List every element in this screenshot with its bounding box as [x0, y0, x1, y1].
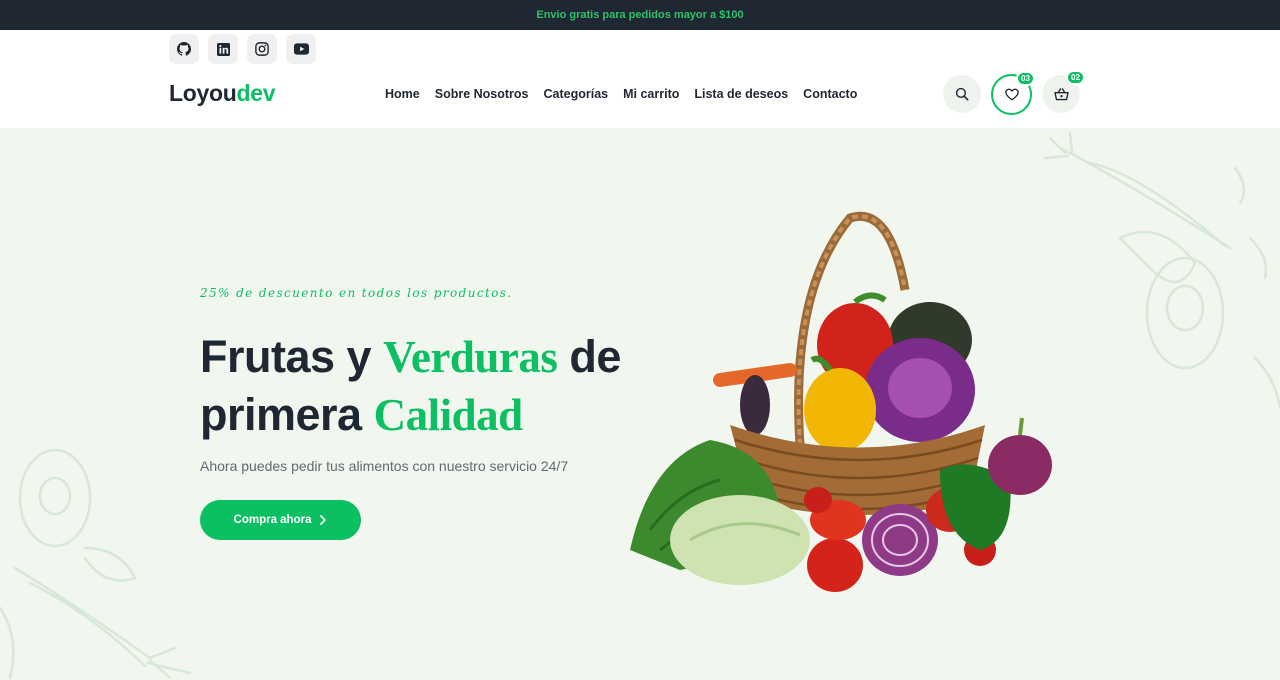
shipping-banner-text: Envio gratis para pedidos mayor a $100 — [536, 9, 744, 21]
hero-section: 25% de descuento en todos los productos.… — [0, 128, 1280, 680]
nav-categories[interactable]: Categorías — [544, 87, 609, 101]
github-icon — [177, 42, 191, 56]
discount-tagline: 25% de descuento en todos los productos. — [200, 286, 513, 300]
nav-about[interactable]: Sobre Nosotros — [435, 87, 529, 101]
nav-cart[interactable]: Mi carrito — [623, 87, 679, 101]
search-icon — [955, 87, 969, 101]
logo-text-main: Loyou — [169, 80, 237, 106]
headline-line1-end: de — [557, 331, 621, 382]
nav-wishlist[interactable]: Lista de deseos — [694, 87, 788, 101]
chevron-right-icon — [320, 515, 327, 525]
nav-contact[interactable]: Contacto — [803, 87, 857, 101]
site-logo[interactable]: Loyoudev — [169, 80, 276, 107]
heart-icon — [1004, 88, 1019, 101]
site-header: Loyoudev Home Sobre Nosotros Categorías … — [0, 30, 1280, 128]
wishlist-count-badge: 03 — [1016, 71, 1035, 86]
main-nav: Home Sobre Nosotros Categorías Mi carrit… — [385, 87, 872, 101]
logo-text-accent: dev — [236, 80, 276, 106]
shipping-banner: Envio gratis para pedidos mayor a $100 — [0, 0, 1280, 30]
instagram-button[interactable] — [247, 34, 277, 64]
shop-now-button[interactable]: Compra ahora — [200, 500, 361, 540]
youtube-icon — [293, 43, 309, 55]
linkedin-icon — [216, 42, 230, 56]
search-button[interactable] — [943, 75, 981, 113]
linkedin-button[interactable] — [208, 34, 238, 64]
hero-headline: Frutas y Verduras de primera Calidad — [200, 328, 621, 444]
nav-home[interactable]: Home — [385, 87, 420, 101]
headline-highlight-calidad: Calidad — [373, 390, 524, 440]
cart-count-badge: 02 — [1066, 70, 1085, 85]
headline-line2-start: primera — [200, 389, 374, 440]
decorative-vegetables-left — [0, 448, 192, 680]
instagram-icon — [255, 42, 269, 56]
headline-line1-start: Frutas y — [200, 331, 384, 382]
cart-button[interactable]: 02 — [1042, 70, 1085, 113]
wishlist-button[interactable]: 03 — [991, 71, 1035, 115]
social-links — [169, 34, 316, 64]
hero-subtitle: Ahora puedes pedir tus alimentos con nue… — [200, 458, 569, 474]
github-button[interactable] — [169, 34, 199, 64]
youtube-button[interactable] — [286, 34, 316, 64]
decorative-vegetables-right — [1043, 131, 1280, 410]
vegetable-basket-image — [630, 211, 1052, 592]
shop-now-label: Compra ahora — [233, 514, 312, 526]
headline-highlight-verduras: Verduras — [383, 332, 558, 382]
basket-icon — [1053, 87, 1069, 100]
